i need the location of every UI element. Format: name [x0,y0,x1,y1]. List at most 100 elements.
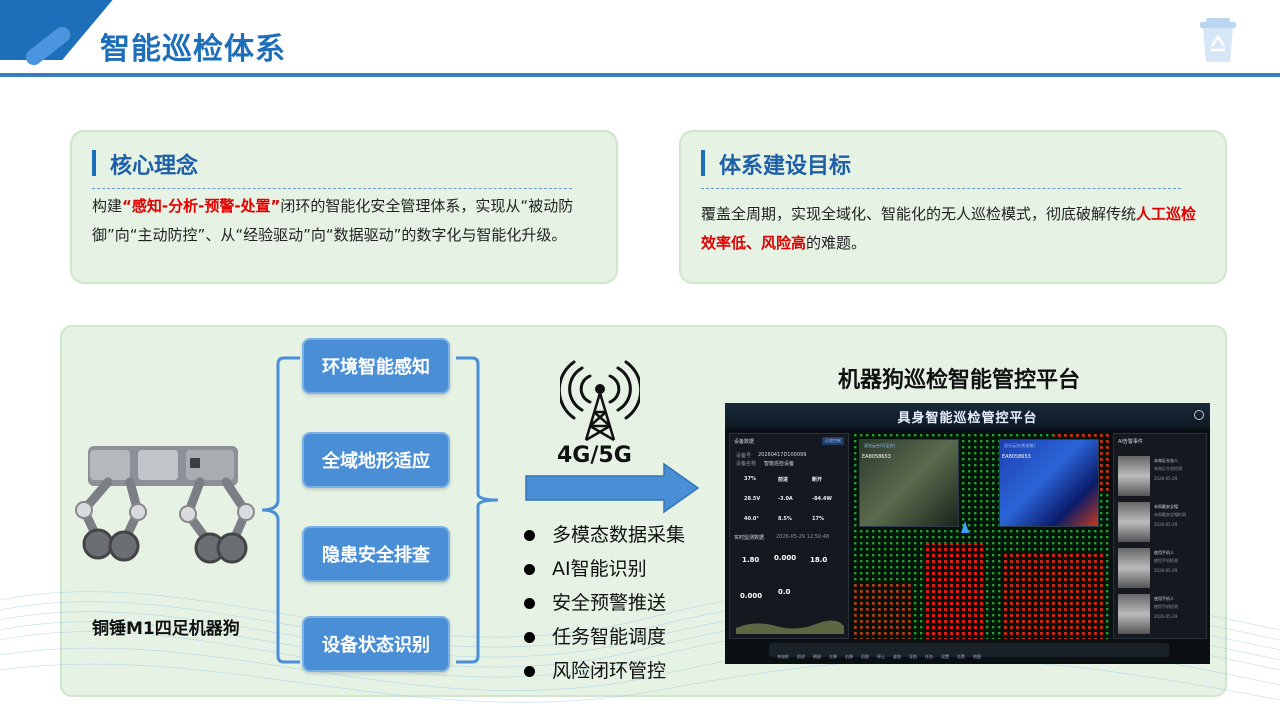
thermal-camera-heading: 双光云台(热成像) [1004,443,1036,448]
core-concept-divider [92,188,572,189]
list-item: AI智能识别 [520,552,685,586]
ai-alerts-heading: AI告警事件 [1118,439,1143,445]
motion-value: 前进 [778,477,789,483]
alert-type: 未佩戴安全帽检测 [1154,512,1186,517]
dashboard-device-panel: 设备数据 远程控制 设备号 20260417D100099 设备名称 智能巡检设… [729,433,849,639]
left-brace [261,356,300,664]
remote-control-button: 远程控制 [822,437,844,445]
alert-thumbnail [1118,594,1150,634]
alert-type: 未穿反光衣检测 [1154,466,1182,471]
alert-time: 2026-05-29 [1154,522,1178,527]
dashboard-title: 具身智能巡检管控平台 [897,411,1038,426]
toolbar-item: 导航 [909,654,917,659]
capability-list: 多模态数据采集 AI智能识别 安全预警推送 任务智能调度 风险闭环管控 [520,518,685,688]
list-item: 未穿反光衣人 未穿反光衣检测 2026-05-29 [1118,456,1204,498]
alert-thumbnail [1118,548,1150,588]
current-value: -3.0A [778,496,793,502]
env-value-4: 0.000 [740,592,763,600]
alert-time: 2026-05-29 [1154,568,1178,573]
device-name: 智能巡检设备 [764,461,795,467]
alert-title: 使用手机人 [1154,596,1174,601]
voltage-value: 28.5V [744,496,761,502]
page-title: 智能巡检体系 [100,32,286,67]
function-equipment-recognition: 设备状态识别 [302,616,450,672]
device-no-label: 设备号 [736,453,752,459]
device-name-label: 设备名称 [736,461,757,467]
platform-dashboard-screenshot: 具身智能巡检管控平台 设备数据 远程控制 设备号 20260417D100099… [725,403,1210,664]
function-terrain-adaptation: 全域地形适应 [302,432,450,488]
alert-type: 使用手机检测 [1154,558,1178,563]
env-value-2: 0.000 [774,554,797,562]
list-item: 多模态数据采集 [520,518,685,552]
list-item: 使用手机人 使用手机检测 2026-05-29 [1118,548,1204,590]
system-goal-suffix: 的难题。 [806,234,867,252]
signal-tower-icon [560,360,640,442]
device-panel-heading: 设备数据 [734,439,755,445]
humidity-value: 8.5% [778,516,792,522]
toolbar-item: 告警 [957,654,965,659]
temperature-value: 40.0° [744,516,759,522]
core-concept-highlight: “感知-分析-预警-处置” [122,197,281,215]
function-hazard-inspection: 隐患安全排查 [302,526,450,582]
level-value: 17% [812,516,824,522]
thermal-camera-feed: 双光云台(热成像) EA8058653 [999,439,1099,527]
function-env-perception: 环境智能感知 [302,338,450,394]
system-goal-heading: 体系建设目标 [701,148,851,180]
robot-dog-image [75,446,255,564]
toolbar-item: 地图 [973,654,981,659]
list-item: 安全预警推送 [520,586,685,620]
connection-value: 断开 [812,477,823,483]
env-timestamp: 2026-05-29 12:50:48 [776,534,830,540]
system-goal-card: 体系建设目标 覆盖全周期，实现全域化、智能化的无人巡检模式，彻底破解传统人工巡检… [679,130,1227,284]
system-goal-prefix: 覆盖全周期，实现全域化、智能化的无人巡检模式，彻底破解传统 [701,205,1137,223]
visible-camera-id: EA8058653 [862,454,891,460]
device-no: 20260417D100099 [758,452,807,458]
list-item: 任务智能调度 [520,620,685,654]
dashboard-ai-alerts: AI告警事件 未穿反光衣人 未穿反光衣检测 2026-05-29 未佩戴安全帽 … [1113,433,1207,639]
alert-time: 2026-05-29 [1154,476,1178,481]
header-divider [0,73,1280,77]
toolbar-item: 左移 [829,654,837,659]
list-item: 风险闭环管控 [520,654,685,688]
alert-title: 使用手机人 [1154,550,1174,555]
alert-thumbnail [1118,456,1150,496]
system-goal-divider [701,188,1181,189]
toolbar-item: 姿态 [893,654,901,659]
toolbar-item: 倒退 [813,654,821,659]
battery-value: 37% [744,476,756,482]
visible-camera-feed: 双光云台(可见光) EA8058653 [859,439,959,527]
right-brace [456,356,499,664]
thermal-camera-id: EA8058653 [1002,454,1031,460]
platform-title: 机器狗巡检智能管控平台 [838,368,1081,393]
env-value-5: 0.0 [778,588,791,596]
core-concept-prefix: 构建 [92,197,123,215]
toolbar-item: 任务 [925,654,933,659]
alert-time: 2026-05-29 [1154,614,1178,619]
env-trend-chart [736,620,844,634]
toolbar-item: 回收 [861,654,869,659]
system-goal-text: 覆盖全周期，实现全域化、智能化的无人巡检模式，彻底破解传统人工巡检效率低、风险高… [701,200,1207,258]
core-concept-card: 核心理念 构建“感知-分析-预警-处置”闭环的智能化安全管理体系，实现从“被动防… [70,130,618,284]
env-panel-heading: 实时监测数据 [734,535,765,541]
visible-camera-heading: 双光云台(可见光) [864,443,896,448]
core-concept-text: 构建“感知-分析-预警-处置”闭环的智能化安全管理体系，实现从“被动防御”向“主… [92,192,598,250]
env-value-3: 18.0 [810,556,828,564]
flow-arrow [525,462,700,514]
power-value: -84.4W [812,496,832,502]
alert-thumbnail [1118,502,1150,542]
toolbar-item: 充电桩 [777,654,789,659]
recycle-bin-icon [1200,18,1236,62]
toolbar-item: 前进 [797,654,805,659]
alert-type: 使用手机检测 [1154,604,1178,609]
alert-title: 未穿反光衣人 [1154,458,1178,463]
list-item: 未佩戴安全帽 未佩戴安全帽检测 2026-05-29 [1118,502,1204,544]
list-item: 使用手机人 使用手机检测 2026-05-29 [1118,594,1204,636]
toolbar-item: 停止 [877,654,885,659]
power-icon [1194,410,1204,420]
env-value-1: 1.80 [742,556,760,564]
core-concept-heading: 核心理念 [92,148,198,180]
toolbar-item: 右移 [845,654,853,659]
alert-title: 未佩戴安全帽 [1154,504,1178,509]
dashboard-toolbar: 充电桩 前进 倒退 左移 右移 回收 停止 姿态 导航 任务 设置 告警 地图 [769,643,1169,659]
robot-label: 铜锤M1四足机器狗 [92,619,240,639]
